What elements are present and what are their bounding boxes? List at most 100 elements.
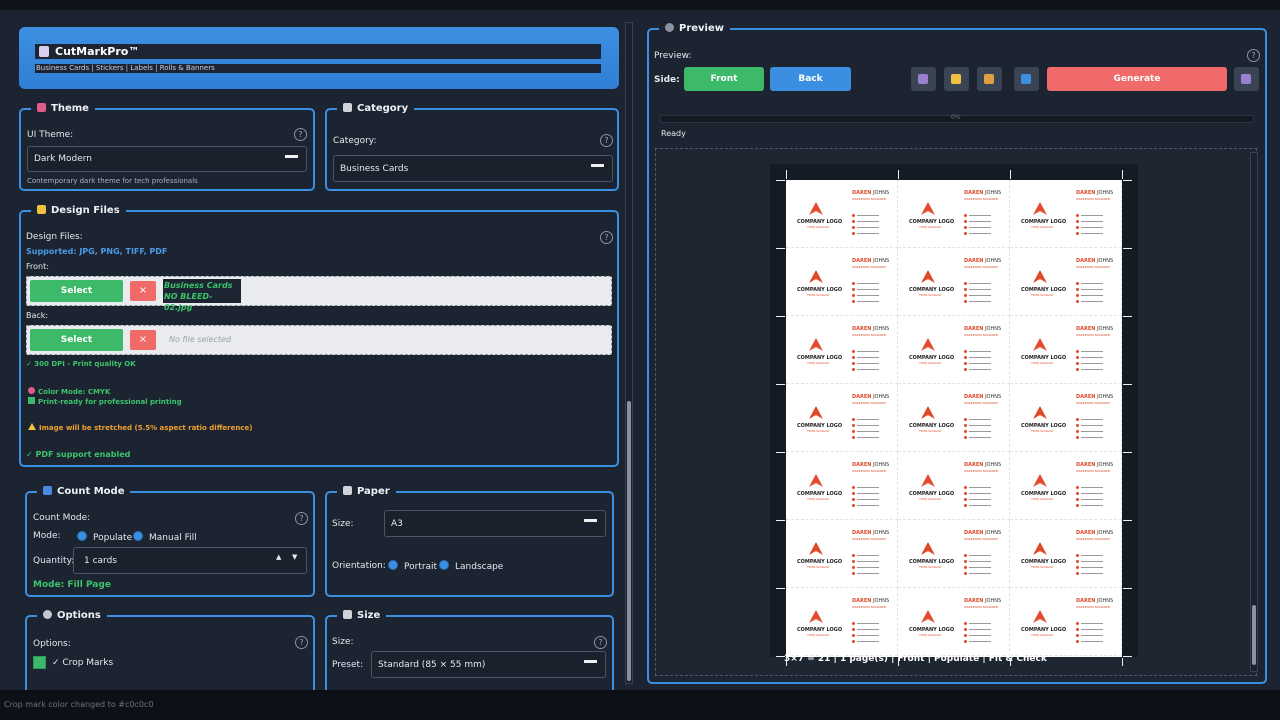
radio-manual-fill[interactable]: Manual Fill [133, 531, 197, 543]
card-name: DAREN JOHNS [1076, 598, 1114, 604]
scrollbar-thumb[interactable] [627, 401, 631, 681]
card-role: MARKETING MANAGER [964, 197, 999, 201]
save-icon [918, 74, 928, 84]
contact-line [852, 294, 882, 297]
back-file-dropzone[interactable]: Select × No file selected [26, 325, 612, 355]
progress-bar: 0% [660, 114, 1254, 123]
crop-mark [776, 248, 785, 249]
contact-line [964, 282, 994, 285]
quantity-stepper[interactable]: 1 cards ▲ ▼ [73, 547, 307, 574]
company-slogan: YOUR SLOGAN [807, 497, 829, 501]
back-side-button[interactable]: Back [770, 67, 851, 91]
crop-mark [1123, 180, 1132, 181]
preview-help-icon[interactable]: ? [1247, 49, 1260, 62]
size-label: Size: [332, 637, 354, 647]
contact-line [1076, 436, 1106, 439]
save-button[interactable] [911, 67, 936, 91]
business-card: COMPANY LOGO YOUR SLOGAN DAREN JOHNS MARKET… [786, 248, 898, 316]
category-select[interactable]: Business Cards [333, 155, 613, 182]
contact-line [852, 350, 882, 353]
scrollbar-thumb[interactable] [1252, 605, 1256, 665]
category-label: Category: [333, 136, 377, 146]
quantity-label: Quantity: [33, 556, 75, 566]
front-file-dropzone[interactable]: Select × Business Cards NO BLEED-02.jpg [26, 276, 612, 312]
left-panel-scrollbar[interactable] [625, 22, 633, 684]
contact-line [964, 368, 994, 371]
design-files-help-icon[interactable]: ? [600, 231, 613, 244]
company-slogan: YOUR SLOGAN [1031, 429, 1053, 433]
check-box-icon [28, 397, 35, 404]
contact-line [964, 640, 994, 643]
crop-mark [1123, 656, 1132, 657]
count-mode-help-icon[interactable]: ? [295, 512, 308, 525]
card-role: MARKETING MANAGER [1076, 469, 1111, 473]
company-logo-icon [921, 610, 935, 623]
company-slogan: YOUR SLOGAN [807, 361, 829, 365]
contact-line [964, 300, 994, 303]
business-card: COMPANY LOGO YOUR SLOGAN DAREN JOHNS MARKET… [898, 588, 1010, 656]
contact-line [852, 226, 882, 229]
theme-select[interactable]: Dark Modern [27, 146, 307, 172]
card-name: DAREN JOHNS [964, 530, 1002, 536]
app-subtitle: Business Cards | Stickers | Labels | Rol… [36, 64, 215, 72]
contact-line [852, 356, 882, 359]
back-remove-button[interactable]: × [130, 330, 156, 350]
preview-title: Preview [679, 23, 725, 34]
crop-mark [1123, 384, 1132, 385]
load-preset-button[interactable] [977, 67, 1002, 91]
card-name: DAREN JOHNS [1076, 326, 1114, 332]
card-name: DAREN JOHNS [964, 598, 1002, 604]
company-slogan: YOUR SLOGAN [919, 361, 941, 365]
radio-portrait[interactable]: Portrait [388, 560, 437, 572]
contact-line [1076, 288, 1106, 291]
palette-icon [37, 103, 46, 112]
card-role: MARKETING MANAGER [852, 197, 887, 201]
contact-line [1076, 356, 1106, 359]
company-logo-icon [809, 474, 823, 487]
contact-line [964, 572, 994, 575]
preset-select[interactable]: Standard (85 × 55 mm) [371, 651, 606, 678]
export-button[interactable] [1234, 67, 1259, 91]
refresh-button[interactable] [1014, 67, 1039, 91]
contact-line [1076, 628, 1106, 631]
front-side-button[interactable]: Front [684, 67, 764, 91]
contact-line [1076, 214, 1106, 217]
open-button[interactable] [944, 67, 969, 91]
business-card: COMPANY LOGO YOUR SLOGAN DAREN JOHNS MARKET… [898, 180, 1010, 248]
contact-line [1076, 634, 1106, 637]
generate-button[interactable]: Generate [1047, 67, 1227, 91]
category-help-icon[interactable]: ? [600, 134, 613, 147]
app-title: CutMarkPro™ [55, 45, 140, 58]
paper-size-select[interactable]: A3 [384, 510, 606, 537]
back-label: Back: [26, 311, 49, 320]
company-logo-icon [1033, 202, 1047, 215]
options-title: Options [57, 610, 101, 621]
card-role: MARKETING MANAGER [964, 537, 999, 541]
radio-populate[interactable]: Populate [77, 531, 132, 543]
card-name: DAREN JOHNS [964, 190, 1002, 196]
company-logo-icon [809, 202, 823, 215]
front-select-button[interactable]: Select [30, 280, 123, 302]
size-help-icon[interactable]: ? [594, 636, 607, 649]
crop-mark [898, 170, 899, 179]
numbers-icon [43, 486, 52, 495]
contact-line [964, 504, 994, 507]
theme-select-value: Dark Modern [34, 154, 92, 164]
contact-line [964, 294, 994, 297]
contact-line [964, 628, 994, 631]
spin-up-icon[interactable]: ▲ [276, 553, 281, 561]
business-card: COMPANY LOGO YOUR SLOGAN DAREN JOHNS MARKET… [786, 384, 898, 452]
radio-landscape[interactable]: Landscape [439, 560, 503, 572]
contact-line [964, 232, 994, 235]
theme-help-icon[interactable]: ? [294, 128, 307, 141]
spin-down-icon[interactable]: ▼ [292, 553, 297, 561]
preview-scrollbar[interactable] [1250, 152, 1258, 672]
options-help-icon[interactable]: ? [295, 636, 308, 649]
contact-line [852, 362, 882, 365]
contact-line [852, 282, 882, 285]
back-select-button[interactable]: Select [30, 329, 123, 351]
crop-marks-checkbox[interactable] [33, 656, 46, 669]
front-remove-button[interactable]: × [130, 281, 156, 301]
chevron-down-icon [285, 155, 298, 158]
contact-line [1076, 220, 1106, 223]
